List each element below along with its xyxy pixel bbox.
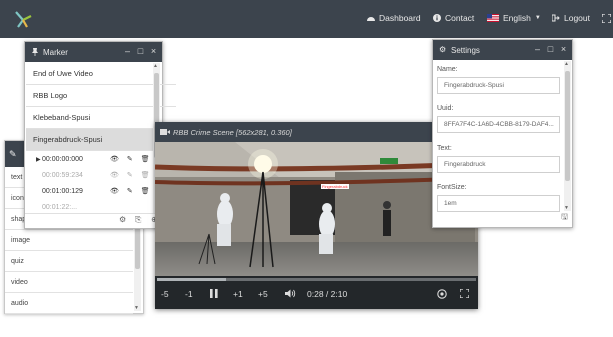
timestamp-value: 00:01:00:129 [42,188,83,195]
volume-icon [285,289,296,298]
nav-dashboard-label: Dashboard [379,13,421,23]
gear-icon[interactable]: ⚙ [119,215,126,224]
us-flag-icon [487,14,499,22]
pause-icon [210,289,218,298]
name-label: Name: [437,66,458,73]
text-label: Text: [437,145,452,152]
nav-language-dropdown[interactable]: English ▼ [487,13,541,23]
uuid-input[interactable]: 8FFA7F4C-1A6D-4CBB-8179-DAF4... [437,116,560,133]
video-time: 0:28 / 2:10 [307,289,348,299]
play-marker-icon[interactable]: ▶ [36,152,41,168]
nav-contact-label: Contact [445,13,475,23]
scroll-down-icon[interactable]: ▼ [134,305,139,311]
seek-forward-5-button[interactable]: +5 [258,289,268,299]
scroll-up-icon[interactable]: ▲ [153,63,158,69]
settings-panel-title: Settings [451,46,480,55]
list-item-quiz[interactable]: quiz [5,251,133,272]
save-icon[interactable]: 🖫 [561,211,568,225]
trash-icon[interactable]: 🗑 [141,152,150,168]
app-logo-icon[interactable] [12,8,34,30]
list-item-image[interactable]: image [5,230,133,251]
logout-icon [552,14,560,22]
pause-button[interactable] [210,289,218,300]
fontsize-label: FontSize: [437,184,467,191]
video-marker-label[interactable]: Fingerabdruck [321,184,349,189]
trash-icon[interactable]: 🗑 [141,168,150,184]
uuid-label: Uuid: [437,105,454,112]
video-fullscreen-button[interactable] [459,288,470,300]
settings-panel-header[interactable]: ⚙ Settings – □ × [433,40,572,60]
marker-panel-title: Marker [43,48,68,57]
seek-back-1-button[interactable]: -1 [185,289,193,299]
video-frame[interactable]: Fingerabdruck [155,142,478,276]
top-navbar: Dashboard Contact English ▼ Logout [0,0,613,38]
nav-logout[interactable]: Logout [552,13,590,23]
pin-icon [32,48,38,56]
minimize-icon[interactable]: – [533,44,542,55]
expand-icon [459,288,470,299]
info-icon [433,14,441,22]
video-scene-image [155,142,478,276]
settings-scrollbar-thumb[interactable] [565,71,570,181]
settings-scrollbar[interactable]: ▲ ▼ [564,61,571,211]
nav-language-label: English [503,13,531,23]
pencil-icon[interactable]: ✎ [127,168,133,184]
scroll-up-icon[interactable]: ▲ [564,61,569,67]
pencil-icon[interactable]: ✎ [127,152,133,168]
timestamp-value: 00:00:00:000 [42,156,83,163]
maximize-icon[interactable]: □ [136,46,145,57]
nav-logout-label: Logout [564,13,590,23]
gear-icon: ⚙ [439,45,447,54]
list-item-audio[interactable]: audio [5,293,133,314]
target-icon [437,289,447,299]
timestamp-value: 00:00:59:234 [42,172,83,179]
fontsize-input[interactable]: 1em [437,195,560,212]
video-header[interactable]: RBB Crime Scene [562x281, 0.360] [155,122,478,142]
seek-back-5-button[interactable]: -5 [161,289,169,299]
video-controls: -5 -1 +1 +5 0:28 / 2:10 [155,276,478,309]
video-player: RBB Crime Scene [562x281, 0.360] Fingera… [155,122,478,309]
pencil-icon[interactable]: ✎ [127,184,133,200]
seek-forward-1-button[interactable]: +1 [233,289,243,299]
video-camera-icon [160,129,170,135]
text-input[interactable]: Fingerabdruck [437,156,560,173]
marker-panel-header[interactable]: Marker – □ × [25,42,162,62]
maximize-icon[interactable]: □ [546,44,555,55]
marker-target-button[interactable] [437,289,447,301]
nav-dashboard[interactable]: Dashboard [367,13,421,23]
video-progress-bar[interactable] [157,278,476,281]
name-input[interactable]: Fingerabdruck-Spusi [437,77,560,94]
video-title: RBB Crime Scene [562x281, 0.360] [173,128,292,137]
marker-panel-footer: ⚙ ⎘ ⊕ [25,213,162,228]
dashboard-icon [367,17,375,21]
minimize-icon[interactable]: – [123,46,132,57]
timestamp-value: 00:01:22:... [42,204,78,210]
eye-icon[interactable]: 👁 [110,184,119,200]
copy-icon[interactable]: ⎘ [135,215,141,225]
caret-down-icon: ▼ [534,15,541,21]
fullscreen-icon[interactable] [602,14,611,23]
list-header: ✎ [5,141,25,167]
trash-icon[interactable]: 🗑 [141,184,150,200]
close-icon[interactable]: × [559,44,568,55]
edit-icon: ✎ [9,149,17,159]
marker-panel: Marker – □ × End of Uwe Video RBB Logo K… [24,41,176,229]
nav-contact[interactable]: Contact [433,13,474,23]
video-progress-fill [157,278,226,281]
eye-icon[interactable]: 👁 [110,152,119,168]
eye-icon[interactable]: 👁 [110,168,119,184]
list-item-video[interactable]: video [5,272,133,293]
close-icon[interactable]: × [149,46,158,57]
volume-button[interactable] [285,289,296,300]
settings-panel: ⚙ Settings – □ × Name: Fingerabdruck-Spu… [432,39,573,228]
